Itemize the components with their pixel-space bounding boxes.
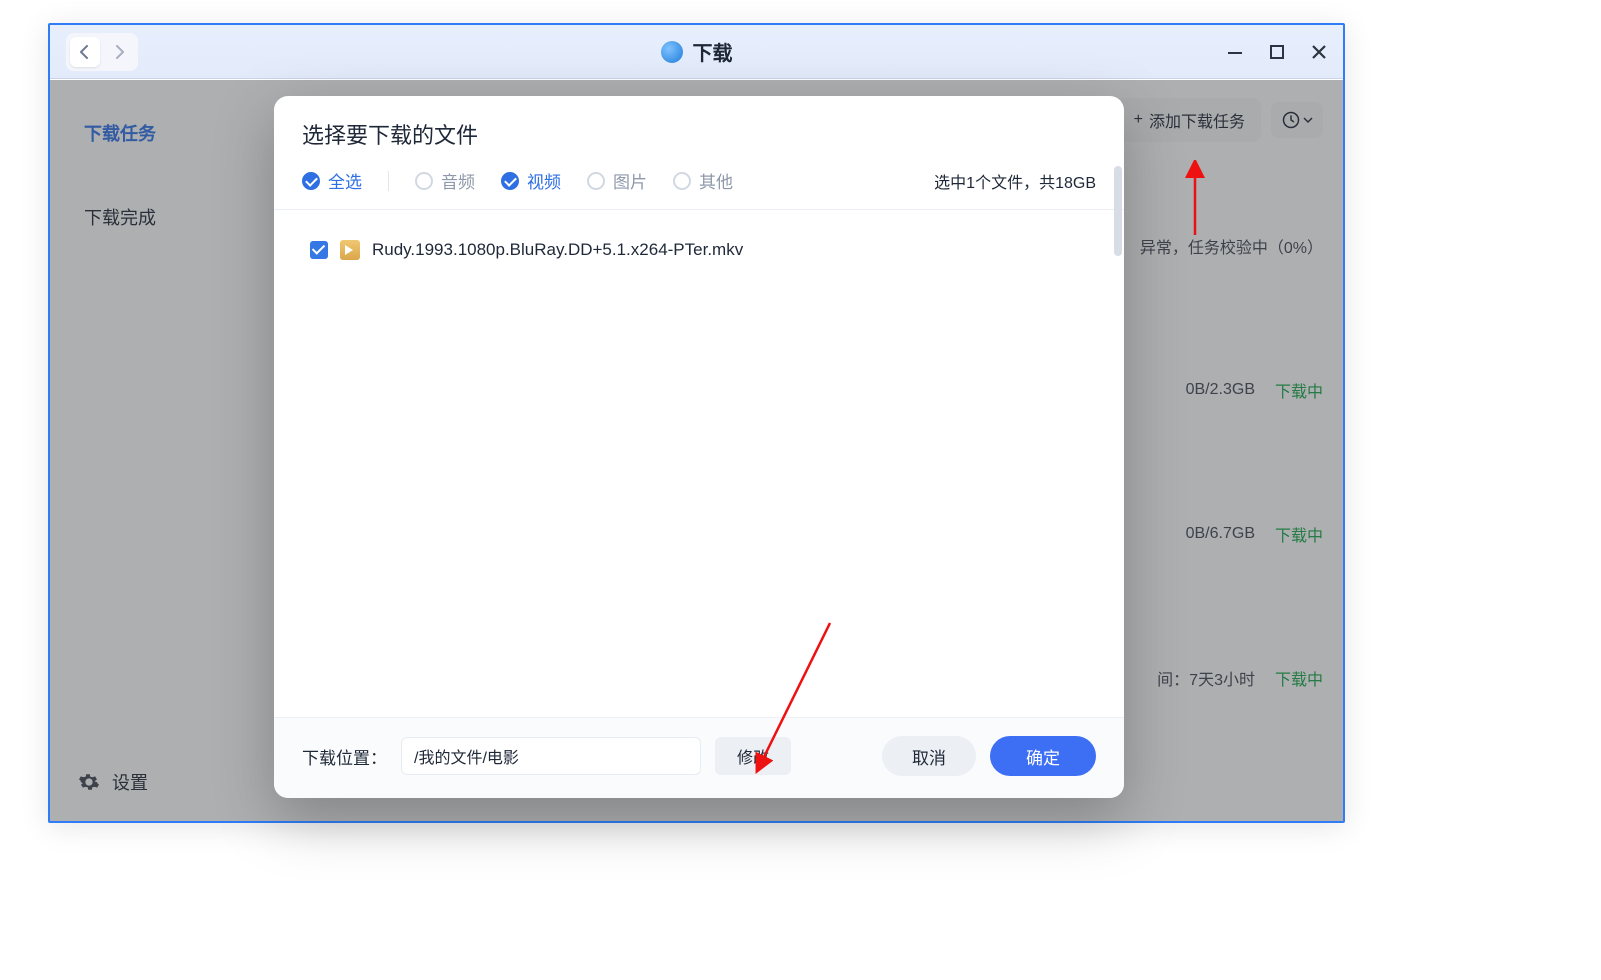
filter-other[interactable]: 其他 xyxy=(673,168,733,193)
filter-select-all[interactable]: 全选 xyxy=(302,168,362,193)
separator xyxy=(388,171,389,191)
forward-button[interactable] xyxy=(104,37,134,67)
download-path-input[interactable] xyxy=(401,737,701,775)
back-button[interactable] xyxy=(70,37,100,67)
file-checkbox[interactable] xyxy=(310,241,328,259)
download-path-label: 下载位置： xyxy=(302,744,387,769)
close-button[interactable] xyxy=(1311,44,1327,60)
filter-audio[interactable]: 音频 xyxy=(415,168,475,193)
app-icon xyxy=(661,41,683,63)
ok-button[interactable]: 确定 xyxy=(990,736,1096,776)
filter-video[interactable]: 视频 xyxy=(501,168,561,193)
check-icon xyxy=(501,172,519,190)
file-row[interactable]: Rudy.1993.1080p.BluRay.DD+5.1.x264-PTer.… xyxy=(290,230,1108,270)
maximize-button[interactable] xyxy=(1269,44,1285,60)
check-icon xyxy=(587,172,605,190)
filter-label: 视频 xyxy=(527,168,561,193)
dialog-title: 选择要下载的文件 xyxy=(274,96,1124,168)
scrollbar[interactable] xyxy=(1114,166,1122,256)
annotation-arrow xyxy=(1175,160,1215,240)
title-bar: 下载 xyxy=(50,25,1343,79)
file-list: Rudy.1993.1080p.BluRay.DD+5.1.x264-PTer.… xyxy=(274,210,1124,717)
window-title: 下载 xyxy=(693,37,733,66)
filter-image[interactable]: 图片 xyxy=(587,168,647,193)
filter-label: 图片 xyxy=(613,168,647,193)
select-files-dialog: 选择要下载的文件 全选 音频 视频 图片 其他 xyxy=(274,96,1124,798)
filter-label: 音频 xyxy=(441,168,475,193)
filter-label: 其他 xyxy=(699,168,733,193)
selection-summary: 选中1个文件，共18GB xyxy=(934,169,1096,193)
minimize-button[interactable] xyxy=(1227,44,1243,60)
file-name: Rudy.1993.1080p.BluRay.DD+5.1.x264-PTer.… xyxy=(372,240,743,260)
check-icon xyxy=(415,172,433,190)
annotation-arrow xyxy=(745,615,845,775)
video-file-icon xyxy=(340,240,360,260)
check-icon xyxy=(302,172,320,190)
filter-label: 全选 xyxy=(328,168,362,193)
check-icon xyxy=(673,172,691,190)
nav-buttons xyxy=(66,33,138,71)
cancel-button[interactable]: 取消 xyxy=(882,736,976,776)
